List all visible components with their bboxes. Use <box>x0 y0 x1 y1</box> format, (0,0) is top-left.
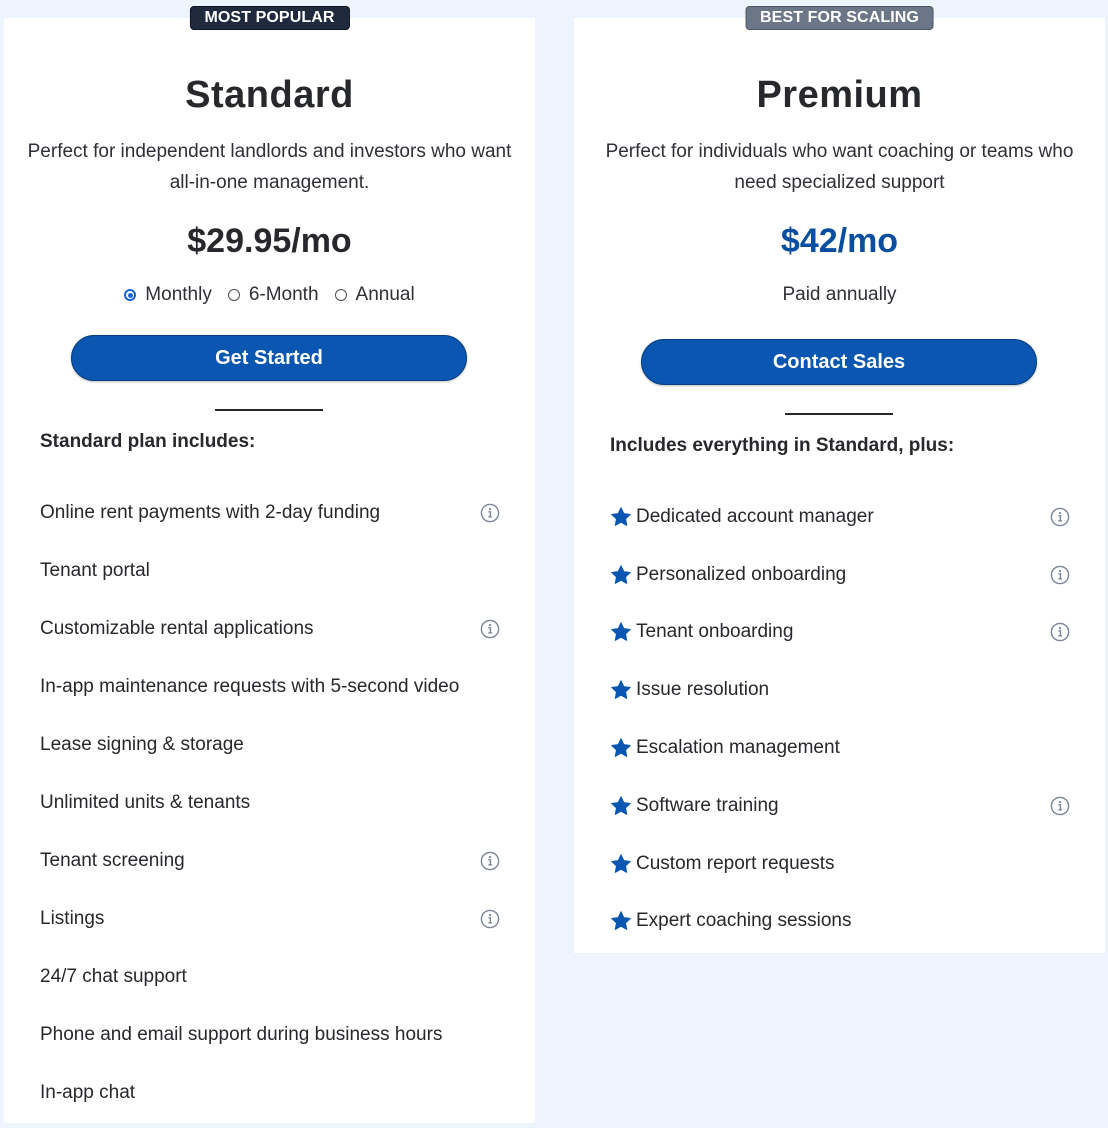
includes-heading: Includes everything in Standard, plus: <box>610 435 955 456</box>
star-icon <box>611 622 631 642</box>
section-divider <box>785 413 893 415</box>
feature-label: In-app chat <box>40 1082 136 1103</box>
feature-list: Online rent payments with 2-day funding T… <box>40 484 500 1122</box>
feature-label: Tenant portal <box>40 560 150 581</box>
feature-label: Phone and email support during business … <box>40 1024 443 1045</box>
info-icon[interactable] <box>480 503 500 523</box>
feature-label: Dedicated account manager <box>636 505 874 527</box>
billing-option-label: 6-Month <box>248 284 319 305</box>
feature-label: Software training <box>636 794 779 816</box>
feature-item: Personalized onboarding <box>610 546 1070 604</box>
billing-option-annual[interactable]: Annual <box>334 284 415 306</box>
feature-item: Unlimited units & tenants <box>40 774 499 832</box>
feature-label: Unlimited units & tenants <box>40 792 251 813</box>
billing-note: Paid annually <box>782 284 897 305</box>
feature-label: 24/7 chat support <box>40 966 187 987</box>
feature-item: Lease signing & storage <box>40 716 499 774</box>
feature-list: Dedicated account manager Personalized on… <box>610 488 1070 951</box>
feature-label: Personalized onboarding <box>636 563 847 585</box>
feature-label: Tenant screening <box>40 850 185 871</box>
plan-name: Premium <box>756 74 923 116</box>
feature-label: Issue resolution <box>636 679 770 701</box>
billing-period-selector: Monthly 6-Month Annual <box>4 284 535 306</box>
star-icon <box>611 564 631 584</box>
feature-label: Tenant onboarding <box>636 621 794 643</box>
feature-label: Listings <box>40 908 105 929</box>
info-icon[interactable] <box>1050 507 1070 527</box>
star-icon <box>611 738 631 757</box>
feature-item: Issue resolution <box>610 661 1069 719</box>
feature-item: Custom report requests <box>610 835 1069 893</box>
billing-option-6-month[interactable]: 6-Month <box>227 284 319 306</box>
feature-item: Customizable rental applications <box>40 600 500 658</box>
plan-description: Perfect for independent landlords and in… <box>27 141 512 193</box>
info-icon[interactable] <box>1050 796 1070 816</box>
radio-button[interactable] <box>334 289 347 301</box>
feature-item: Tenant screening <box>40 832 500 890</box>
star-icon <box>611 507 631 526</box>
feature-label: Expert coaching sessions <box>636 910 852 932</box>
feature-label: In-app maintenance requests with 5-secon… <box>40 676 460 697</box>
standard-plan-card: MOST POPULAR Standard Perfect for indepe… <box>4 6 535 1123</box>
section-divider <box>215 409 323 411</box>
feature-item: Tenant portal <box>40 542 499 600</box>
feature-label: Customizable rental applications <box>40 618 314 639</box>
info-icon[interactable] <box>1050 622 1070 642</box>
feature-item: In-app maintenance requests with 5-secon… <box>40 658 499 716</box>
premium-plan-card: BEST FOR SCALING Premium Perfect for ind… <box>574 6 1105 953</box>
info-icon[interactable] <box>480 851 500 871</box>
star-icon <box>611 911 631 931</box>
star-icon <box>611 796 631 815</box>
radio-button-selected[interactable] <box>124 289 137 301</box>
feature-label: Custom report requests <box>636 852 835 874</box>
billing-option-label: Monthly <box>145 284 212 305</box>
includes-heading: Standard plan includes: <box>40 431 256 452</box>
feature-item: Phone and email support during business … <box>40 1006 499 1064</box>
star-icon <box>611 853 631 873</box>
feature-item: Tenant onboarding <box>610 604 1070 662</box>
feature-label: Online rent payments with 2-day funding <box>40 502 381 523</box>
feature-item: Listings <box>40 890 500 948</box>
feature-item: Expert coaching sessions <box>610 893 1069 951</box>
feature-item: Dedicated account manager <box>610 488 1070 546</box>
radio-button[interactable] <box>227 289 240 301</box>
feature-item: 24/7 chat support <box>40 948 499 1006</box>
feature-item: Escalation management <box>610 719 1069 777</box>
contact-sales-button[interactable]: Contact Sales <box>641 339 1037 385</box>
plan-price: $29.95/mo <box>187 222 352 260</box>
billing-option-label: Annual <box>355 284 415 305</box>
info-icon[interactable] <box>1050 565 1070 585</box>
most-popular-badge: MOST POPULAR <box>189 6 350 30</box>
best-for-scaling-badge: BEST FOR SCALING <box>745 6 934 30</box>
feature-label: Escalation management <box>636 737 840 759</box>
info-icon[interactable] <box>480 909 500 929</box>
feature-item: In-app chat <box>40 1064 499 1122</box>
feature-item: Online rent payments with 2-day funding <box>40 484 500 542</box>
billing-option-monthly[interactable]: Monthly <box>124 284 212 306</box>
get-started-button[interactable]: Get Started <box>71 335 467 381</box>
plan-description: Perfect for individuals who want coachin… <box>605 141 1074 193</box>
star-icon <box>611 680 631 700</box>
info-icon[interactable] <box>480 619 500 639</box>
feature-label: Lease signing & storage <box>40 734 244 755</box>
feature-item: Software training <box>610 777 1070 835</box>
plan-name: Standard <box>185 74 354 116</box>
plan-price: $42/mo <box>780 222 899 260</box>
